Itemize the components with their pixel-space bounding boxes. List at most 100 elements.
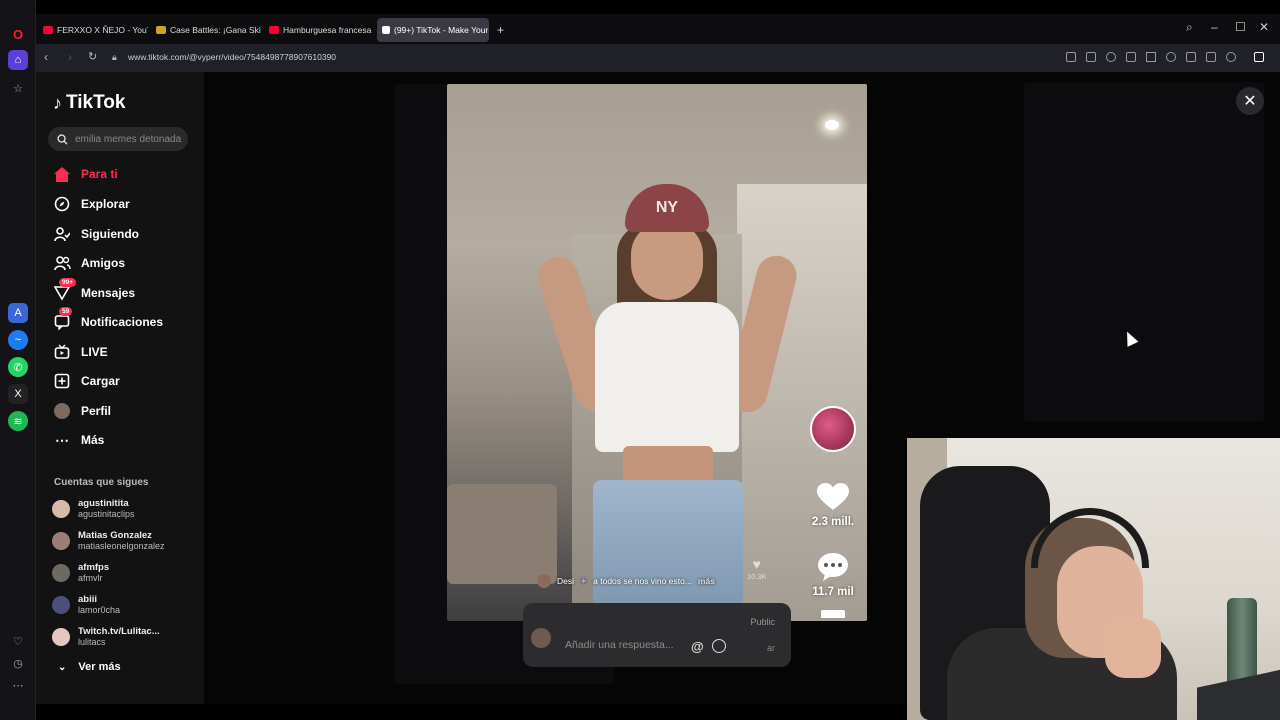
history-icon[interactable]: ◷ — [8, 653, 28, 673]
following-icon — [53, 225, 71, 243]
tiktok-logo[interactable]: ♪ TikTok — [53, 92, 125, 114]
tab-label: Hamburguesa francesa er — [283, 25, 374, 35]
tab-search-icon[interactable]: ⌕ — [1186, 20, 1193, 35]
reply-box: Public @ ar — [523, 603, 791, 667]
tab-youtube-hamburguesa[interactable]: Hamburguesa francesa er — [264, 18, 374, 42]
nav-explorar[interactable]: Explorar — [53, 193, 130, 215]
cam-person-hand — [1105, 618, 1161, 678]
extension-icon[interactable] — [1126, 52, 1136, 62]
heart-rail-icon[interactable]: ♡ — [8, 631, 28, 651]
reply-input[interactable] — [565, 639, 685, 651]
caption-avatar — [537, 574, 551, 588]
nav-notificaciones[interactable]: 59 Notificaciones — [53, 307, 163, 333]
account-item[interactable]: Matias Gonzalez matiasleonelgonzalez — [52, 530, 165, 552]
reload-icon[interactable]: ↻ — [88, 50, 97, 63]
nav-label: Mensajes — [81, 286, 136, 300]
dancer-cap: NY — [625, 184, 709, 232]
url-field[interactable]: www.tiktok.com/@vyperr/video/75484987789… — [128, 52, 336, 62]
account-icon[interactable] — [1226, 52, 1236, 62]
tab-case-battles[interactable]: Case Battles: ¡Gana Skins — [151, 18, 261, 42]
emoji-icon[interactable] — [712, 639, 726, 653]
account-name: agustinitita — [78, 498, 129, 509]
nav-mensajes[interactable]: 99+ Mensajes — [53, 278, 136, 304]
camera-icon[interactable] — [1086, 52, 1096, 62]
nav-label: Amigos — [81, 256, 126, 270]
upload-icon — [53, 372, 71, 390]
tab-youtube-ferxxo[interactable]: FERXXO X ÑEJO - YouTub — [38, 18, 148, 42]
nav-label: LIVE — [81, 345, 108, 359]
heart-toolbar-icon[interactable] — [1166, 52, 1176, 62]
account-name: Matias Gonzalez — [78, 530, 152, 541]
caption-row[interactable]: Desi ✦ a todos se nos vino esto... más — [537, 574, 715, 588]
see-more-button[interactable]: ⌄ Ver más — [58, 661, 121, 673]
chevron-down-icon: ⌄ — [58, 661, 67, 673]
notifications-badge: 59 — [59, 307, 73, 316]
nav-perfil[interactable]: Perfil — [53, 400, 111, 422]
bookmark-button[interactable] — [821, 610, 845, 618]
messenger-icon[interactable]: ~ — [8, 330, 28, 350]
nav-label: Perfil — [81, 404, 112, 418]
like-button[interactable]: 2.3 mill. — [812, 480, 854, 528]
menu-icon[interactable] — [1206, 52, 1216, 62]
opera-logo-icon[interactable]: O — [8, 24, 28, 44]
shield-icon[interactable] — [1106, 52, 1116, 62]
account-item[interactable]: afmfps afmvlr — [52, 562, 109, 584]
close-video-button[interactable]: ✕ — [1236, 87, 1264, 115]
account-name: afmfps — [78, 562, 110, 573]
dancer-face — [631, 222, 703, 300]
nav-live[interactable]: LIVE — [53, 341, 108, 363]
mention-icon[interactable]: @ — [691, 639, 704, 654]
forward-icon[interactable]: › — [68, 50, 72, 64]
star-icon[interactable]: ☆ — [8, 78, 28, 98]
download-icon[interactable] — [1186, 52, 1196, 62]
avatar — [52, 532, 70, 550]
live-icon — [53, 343, 71, 361]
caption-more[interactable]: más — [698, 576, 715, 586]
x-icon[interactable]: X — [8, 384, 28, 404]
nav-label: Siguiendo — [81, 227, 139, 241]
close-window-icon[interactable]: ✕ — [1259, 20, 1269, 34]
account-item[interactable]: agustinitita agustinitaclips — [52, 498, 135, 520]
vpn-icon[interactable] — [1254, 52, 1264, 62]
search-box[interactable] — [48, 127, 188, 151]
snapshot-icon[interactable] — [1066, 52, 1076, 62]
play-icon[interactable] — [1146, 52, 1156, 62]
nav-amigos[interactable]: Amigos — [53, 252, 125, 274]
address-bar: ‹ › ↻ 🔒︎ www.tiktok.com/@vyperr/video/75… — [36, 44, 1280, 72]
account-handle: lamor0cha — [78, 605, 121, 615]
home-icon — [53, 165, 71, 183]
maximize-icon[interactable]: ☐ — [1235, 20, 1246, 34]
comment-button[interactable]: 11.7 mil — [812, 550, 854, 598]
minimize-icon[interactable]: – — [1211, 20, 1218, 34]
search-input[interactable] — [75, 133, 187, 145]
nav-mas[interactable]: ⋯ Más — [53, 429, 104, 451]
comment-count: 11.7 mil — [812, 586, 854, 598]
spotify-icon[interactable]: ≋ — [8, 411, 28, 431]
account-handle: lulitacs — [78, 637, 106, 647]
nav-cargar[interactable]: Cargar — [53, 370, 120, 392]
creator-avatar[interactable] — [810, 406, 856, 452]
tab-tiktok[interactable]: (99+) TikTok - Make Your — [377, 18, 489, 42]
new-tab-button[interactable]: + — [492, 18, 510, 42]
whatsapp-icon[interactable]: ✆ — [8, 357, 28, 377]
nav-para-ti[interactable]: Para ti — [53, 163, 118, 185]
tab-label: Case Battles: ¡Gana Skins — [170, 25, 261, 35]
account-item[interactable]: abiii lamor0cha — [52, 594, 120, 616]
mini-like[interactable]: ♥ 10.3K — [747, 556, 767, 581]
send-button[interactable]: ar — [767, 643, 775, 653]
account-item[interactable]: Twitch.tv/Lulitac... lulitacs — [52, 626, 160, 648]
nav-siguiendo[interactable]: Siguiendo — [53, 223, 139, 245]
aria-icon[interactable]: A — [8, 303, 28, 323]
home-rail-icon[interactable]: ⌂ — [8, 50, 28, 70]
mini-like-count: 10.3K — [747, 572, 767, 581]
rail-more-icon[interactable]: ⋯ — [8, 675, 28, 695]
video-player[interactable]: NY 2.3 mill. 11.7 mil Desi ✦ a todos se … — [447, 84, 867, 621]
dancer-jeans — [593, 480, 743, 621]
sparkle-icon: ✦ — [580, 575, 588, 586]
back-icon[interactable]: ‹ — [44, 50, 48, 64]
visibility-label[interactable]: Public — [750, 617, 775, 627]
account-name: abiii — [78, 594, 98, 605]
following-title: Cuentas que sigues — [54, 477, 149, 488]
tiktok-icon — [382, 26, 390, 34]
video-sofa — [447, 484, 557, 584]
